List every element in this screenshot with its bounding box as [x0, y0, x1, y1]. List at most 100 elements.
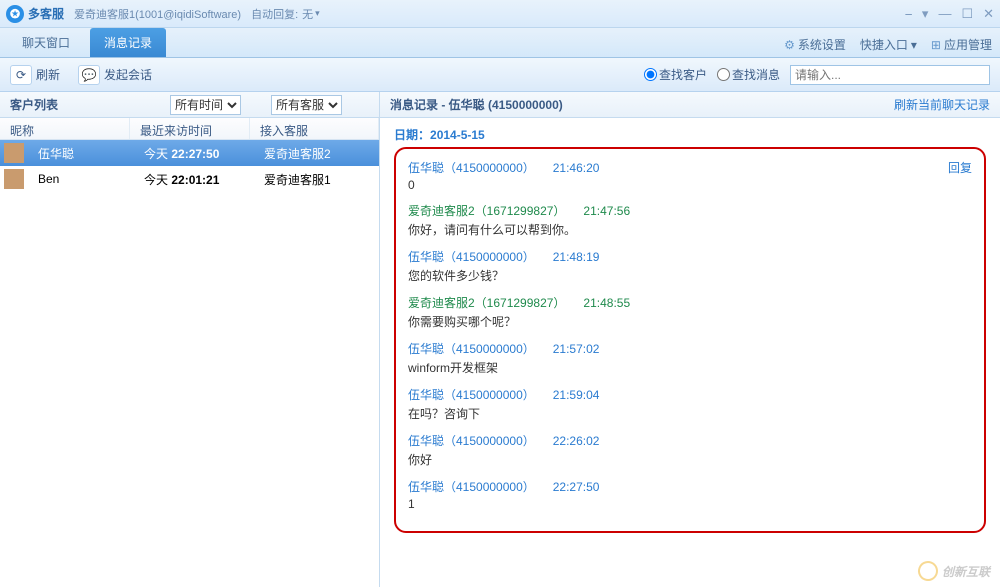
session-info: 爱奇迪客服1(1001@iqidiSoftware)	[74, 6, 241, 22]
watermark-text: 创新互联	[942, 563, 990, 580]
message-sender: 伍华聪（4150000000）	[408, 388, 535, 402]
app-manage-button[interactable]: ⊞ 应用管理	[931, 36, 992, 53]
chatlog-title-prefix: 消息记录 -	[390, 98, 449, 112]
message-time: 22:27:50	[553, 480, 600, 494]
chat-message: 爱奇迪客服2（1671299827） 21:47:56 你好，请问有什么可以帮到你。	[408, 202, 972, 238]
chat-message: 伍华聪（4150000000） 21:59:04 在吗？咨询下	[408, 386, 972, 422]
message-sender: 爱奇迪客服2（1671299827）	[408, 296, 565, 310]
message-meta: 伍华聪（4150000000） 21:46:20 回复	[408, 159, 972, 176]
app-logo-icon: ✪	[6, 5, 24, 23]
customer-row[interactable]: 伍华聪今天 22:27:50爱奇迪客服2	[0, 140, 379, 166]
message-meta: 伍华聪（4150000000） 21:57:02	[408, 340, 972, 357]
message-time: 21:46:20	[553, 161, 600, 175]
message-time: 21:59:04	[553, 388, 600, 402]
close-icon[interactable]: ✕	[983, 6, 994, 22]
message-time: 22:26:02	[553, 434, 600, 448]
chevron-down-icon: ▾	[911, 38, 917, 52]
message-time: 21:57:02	[553, 342, 600, 356]
grid-icon: ⊞	[931, 38, 941, 52]
filter-time-select[interactable]: 所有时间	[170, 95, 241, 115]
row-nickname: Ben	[28, 172, 134, 186]
row-time: 今天 22:01:21	[134, 171, 254, 188]
message-body: 你需要购买哪个呢？	[408, 313, 972, 330]
message-body: 在吗？咨询下	[408, 405, 972, 422]
system-settings-label: 系统设置	[798, 36, 846, 53]
message-meta: 爱奇迪客服2（1671299827）21:48:55	[408, 294, 972, 311]
message-body: 1	[408, 497, 972, 511]
refresh-chatlog-link[interactable]: 刷新当前聊天记录	[894, 96, 990, 113]
chatlog-title: 消息记录 - 伍华聪 (4150000000)	[390, 96, 563, 113]
chat-message: 伍华聪（4150000000） 22:26:02 你好	[408, 432, 972, 468]
dropdown-icon[interactable]: ▾	[922, 6, 929, 22]
message-sender: 伍华聪（4150000000）	[408, 250, 535, 264]
chatlog-highlight-box: 伍华聪（4150000000） 21:46:20 回复 0 爱奇迪客服2（1671299…	[394, 147, 986, 533]
system-settings-button[interactable]: ⚙ 系统设置	[784, 36, 846, 53]
message-body: winform开发框架	[408, 359, 972, 376]
reply-link[interactable]: 回复	[948, 159, 972, 176]
chatlog-title-name: 伍华聪 (4150000000)	[449, 98, 563, 112]
message-sender: 伍华聪（4150000000）	[408, 161, 535, 175]
message-body: 你好	[408, 451, 972, 468]
search-input[interactable]	[790, 65, 990, 85]
menu-icon[interactable]: ⎯	[905, 6, 912, 22]
autoreply-value[interactable]: 无	[302, 6, 313, 22]
watermark-logo-icon	[915, 558, 941, 584]
col-visit-time[interactable]: 最近来访时间	[130, 118, 250, 139]
toolbar: ⟳ 刷新 💬 发起会话 查找客户 查找消息	[0, 58, 1000, 92]
app-manage-label: 应用管理	[944, 36, 992, 53]
autoreply-dropdown-icon[interactable]: ▾	[315, 8, 320, 19]
message-meta: 伍华聪（4150000000） 22:26:02	[408, 432, 972, 449]
app-name: 多客服	[28, 5, 64, 22]
refresh-button[interactable]: ⟳ 刷新	[10, 65, 60, 85]
row-agent: 爱奇迪客服1	[254, 171, 379, 188]
titlebar: ✪ 多客服 爱奇迪客服1(1001@iqidiSoftware) 自动回复: 无…	[0, 0, 1000, 28]
col-nickname[interactable]: 昵称	[0, 118, 130, 139]
message-body: 你好，请问有什么可以帮到你。	[408, 221, 972, 238]
chat-message: 爱奇迪客服2（1671299827）21:48:55 你需要购买哪个呢？	[408, 294, 972, 330]
customer-list-title: 客户列表	[0, 96, 170, 113]
chat-message: 伍华聪（4150000000） 21:46:20 回复 0	[408, 159, 972, 192]
customer-list-panel: 客户列表 所有时间 所有客服 昵称 最近来访时间 接入客服 伍华聪今天 22:2…	[0, 92, 380, 587]
menubar: 聊天窗口 消息记录 ⚙ 系统设置 快捷入口 ▾ ⊞ 应用管理	[0, 28, 1000, 58]
message-sender: 伍华聪（4150000000）	[408, 342, 535, 356]
quick-entry-label: 快捷入口	[860, 36, 908, 53]
radio-search-customer-label: 查找客户	[659, 66, 707, 83]
customer-row[interactable]: Ben今天 22:01:21爱奇迪客服1	[0, 166, 379, 192]
message-meta: 爱奇迪客服2（1671299827） 21:47:56	[408, 202, 972, 219]
row-time: 今天 22:27:50	[134, 145, 254, 162]
row-nickname: 伍华聪	[28, 145, 134, 162]
message-sender: 伍华聪（4150000000）	[408, 480, 535, 494]
radio-search-customer[interactable]: 查找客户	[644, 66, 707, 83]
chatlog-date: 日期：2014-5-15	[394, 126, 986, 143]
tab-message-log[interactable]: 消息记录	[90, 28, 166, 57]
message-meta: 伍华聪（4150000000） 21:59:04	[408, 386, 972, 403]
chat-message: 伍华聪（4150000000）21:48:19您的软件多少钱？	[408, 248, 972, 284]
radio-search-message-label: 查找消息	[732, 66, 780, 83]
filter-agent-select[interactable]: 所有客服	[271, 95, 342, 115]
message-sender: 伍华聪（4150000000）	[408, 434, 535, 448]
message-meta: 伍华聪（4150000000） 22:27:50	[408, 478, 972, 495]
avatar	[4, 169, 24, 189]
col-agent[interactable]: 接入客服	[250, 118, 379, 139]
watermark: 创新互联	[918, 561, 990, 581]
message-sender: 爱奇迪客服2（1671299827）	[408, 204, 565, 218]
message-time: 21:48:19	[553, 250, 600, 264]
date-value: 2014-5-15	[430, 128, 485, 142]
chatlog-panel: 消息记录 - 伍华聪 (4150000000) 刷新当前聊天记录 日期：2014…	[380, 92, 1000, 587]
refresh-icon: ⟳	[10, 65, 32, 85]
radio-search-message[interactable]: 查找消息	[717, 66, 780, 83]
minimize-icon[interactable]: ―	[938, 6, 951, 22]
maximize-icon[interactable]: ☐	[961, 6, 973, 22]
avatar	[4, 143, 24, 163]
start-session-button[interactable]: 💬 发起会话	[78, 65, 152, 85]
chat-message: 伍华聪（4150000000） 22:27:50 1	[408, 478, 972, 511]
quick-entry-button[interactable]: 快捷入口 ▾	[860, 36, 917, 53]
message-time: 21:47:56	[583, 204, 630, 218]
autoreply-label: 自动回复:	[251, 6, 298, 22]
chat-message: 伍华聪（4150000000） 21:57:02 winform开发框架	[408, 340, 972, 376]
start-session-label: 发起会话	[104, 66, 152, 83]
date-label: 日期：	[394, 128, 430, 142]
row-agent: 爱奇迪客服2	[254, 145, 379, 162]
message-body: 0	[408, 178, 972, 192]
tab-chat-window[interactable]: 聊天窗口	[8, 28, 84, 57]
